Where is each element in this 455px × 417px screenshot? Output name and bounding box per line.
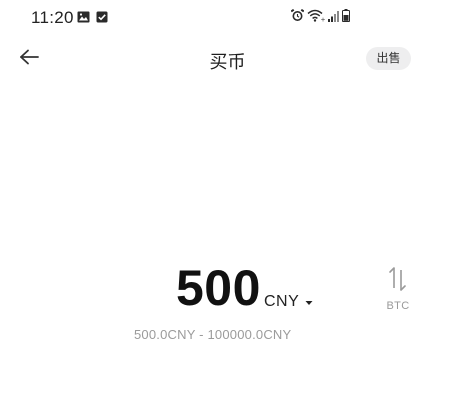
battery-icon bbox=[342, 9, 350, 22]
check-box-icon bbox=[96, 10, 108, 28]
sell-button[interactable]: 出售 bbox=[366, 47, 411, 70]
currency-selector[interactable]: CNY bbox=[264, 293, 313, 311]
header: 买币 出售 bbox=[0, 36, 455, 82]
amount-row: 500 CNY BTC bbox=[0, 258, 455, 318]
swap-currency-toggle[interactable]: BTC bbox=[379, 266, 417, 322]
amount-value[interactable]: 500 bbox=[176, 260, 261, 316]
alarm-icon bbox=[291, 9, 304, 22]
status-bar: 11:20 + bbox=[0, 0, 455, 34]
wifi-icon: + bbox=[307, 9, 325, 22]
svg-text:+: + bbox=[321, 17, 326, 23]
amount-range-hint: 500.0CNY - 100000.0CNY bbox=[134, 327, 292, 342]
signal-icon bbox=[328, 11, 339, 22]
buy-coin-screen: 11:20 + 买币 出售 500 CNY BTC 500.0CNY - 100… bbox=[0, 0, 455, 417]
status-time: 11:20 bbox=[31, 8, 74, 27]
status-left-icons bbox=[77, 10, 108, 28]
swap-target-label: BTC bbox=[386, 300, 410, 312]
caret-down-icon bbox=[305, 293, 313, 311]
currency-label: CNY bbox=[264, 293, 300, 310]
image-icon bbox=[77, 10, 90, 28]
status-right-icons: + bbox=[291, 9, 350, 22]
swap-vertical-icon bbox=[387, 266, 409, 297]
